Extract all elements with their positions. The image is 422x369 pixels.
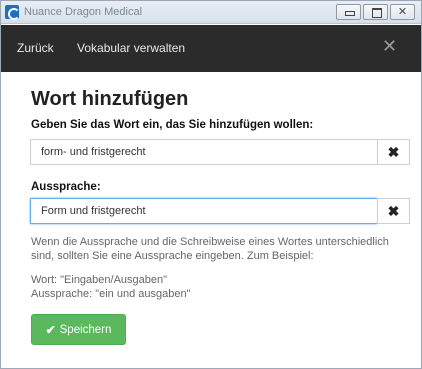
clear-icon: ✖ — [387, 203, 400, 219]
word-input-group: ✖ — [30, 139, 410, 165]
dragon-app-icon — [5, 5, 20, 20]
window-title: Nuance Dragon Medical — [24, 6, 143, 18]
app-window: Nuance Dragon Medical ✕ Zurück Vokabular… — [0, 0, 422, 369]
clear-icon: ✖ — [387, 144, 400, 160]
clear-word-button[interactable]: ✖ — [377, 139, 410, 165]
page-title: Wort hinzufügen — [31, 88, 189, 110]
navigation-bar: Zurück Vokabular verwalten ✕ — [1, 25, 421, 72]
close-icon[interactable]: ✕ — [382, 36, 397, 57]
pronunciation-label: Aussprache: — [31, 181, 101, 193]
pronunciation-input[interactable] — [30, 198, 377, 224]
window-close-button[interactable]: ✕ — [390, 4, 415, 20]
manage-vocabulary-link[interactable]: Vokabular verwalten — [77, 41, 185, 55]
word-input[interactable] — [30, 139, 377, 165]
clear-pronunciation-button[interactable]: ✖ — [377, 198, 410, 224]
word-label: Geben Sie das Wort ein, das Sie hinzufüg… — [31, 119, 314, 131]
save-button-label: Speichern — [59, 323, 112, 336]
checkmark-icon: ✔ — [45, 322, 56, 337]
maximize-button[interactable] — [363, 4, 388, 20]
title-bar[interactable]: Nuance Dragon Medical ✕ — [1, 1, 421, 24]
example-block: Wort: "Eingaben/Ausgaben" Aussprache: "e… — [31, 273, 413, 301]
example-word: Wort: "Eingaben/Ausgaben" — [31, 274, 168, 286]
help-text: Wenn die Aussprache und die Schreibweise… — [31, 236, 389, 262]
save-button[interactable]: ✔ Speichern — [31, 314, 126, 345]
minimize-button[interactable] — [336, 4, 361, 20]
back-link[interactable]: Zurück — [17, 41, 54, 55]
pronunciation-input-group: ✖ — [30, 198, 410, 224]
example-pronunciation: Aussprache: "ein und ausgaben" — [31, 288, 191, 300]
window-controls: ✕ — [336, 4, 415, 20]
